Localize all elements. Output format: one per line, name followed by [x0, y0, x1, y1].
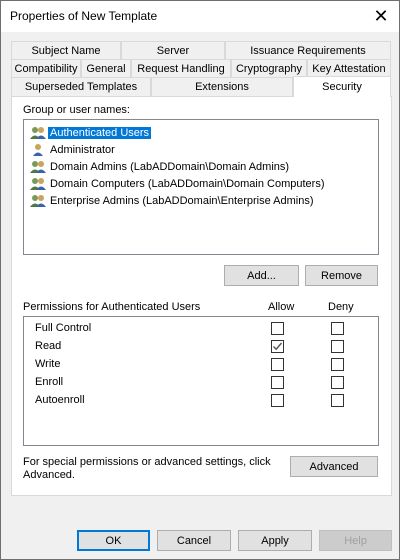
tab-extensions[interactable]: Extensions — [151, 77, 293, 96]
allow-enroll-checkbox[interactable] — [271, 376, 284, 389]
close-button[interactable]: ✕ — [363, 1, 399, 32]
permissions-list: Full Control Read Write Enroll Autoenrol… — [23, 316, 379, 446]
check-icon — [273, 342, 283, 351]
allow-full-control-checkbox[interactable] — [271, 322, 284, 335]
add-button[interactable]: Add... — [224, 265, 299, 286]
users-listbox[interactable]: Authenticated Users Administrator Domain… — [23, 119, 379, 255]
allow-read-checkbox[interactable] — [271, 340, 284, 353]
tab-subject-name[interactable]: Subject Name — [11, 41, 121, 60]
list-item[interactable]: Authenticated Users — [30, 125, 152, 140]
deny-full-control-checkbox[interactable] — [331, 322, 344, 335]
permission-row-autoenroll: Autoenroll — [24, 392, 378, 410]
list-item[interactable]: Domain Admins (LabADDomain\Domain Admins… — [30, 159, 291, 174]
ok-button[interactable]: OK — [77, 530, 150, 551]
deny-write-checkbox[interactable] — [331, 358, 344, 371]
permission-name: Write — [35, 358, 61, 370]
permission-name: Enroll — [35, 376, 64, 388]
permission-row-enroll: Enroll — [24, 374, 378, 392]
special-permissions-note: For special permissions or advanced sett… — [23, 456, 271, 481]
allow-header: Allow — [268, 301, 295, 313]
permission-name: Autoenroll — [35, 394, 85, 406]
list-item[interactable]: Administrator — [30, 142, 117, 157]
remove-button[interactable]: Remove — [305, 265, 378, 286]
tab-compatibility[interactable]: Compatibility — [11, 59, 81, 78]
help-button: Help — [319, 530, 392, 551]
permission-name: Full Control — [35, 322, 92, 334]
list-item[interactable]: Enterprise Admins (LabADDomain\Enterpris… — [30, 193, 316, 208]
group-icon — [30, 194, 46, 208]
deny-header: Deny — [328, 301, 354, 313]
allow-write-checkbox[interactable] — [271, 358, 284, 371]
close-icon: ✕ — [373, 6, 389, 26]
group-users-label: Group or user names: — [23, 104, 130, 116]
user-icon — [30, 143, 46, 157]
deny-enroll-checkbox[interactable] — [331, 376, 344, 389]
tab-superseded-templates[interactable]: Superseded Templates — [11, 77, 151, 96]
permission-row-read: Read — [24, 338, 378, 356]
group-icon — [30, 160, 46, 174]
group-icon — [30, 126, 46, 140]
tab-request-handling[interactable]: Request Handling — [131, 59, 231, 78]
permissions-label: Permissions for Authenticated Users — [23, 301, 201, 313]
properties-dialog: Properties of New Template ✕ Subject Nam… — [0, 0, 400, 560]
window-title: Properties of New Template — [10, 9, 158, 23]
permission-row-full-control: Full Control — [24, 320, 378, 338]
tab-general[interactable]: General — [81, 59, 131, 78]
advanced-button[interactable]: Advanced — [290, 456, 378, 477]
title-bar: Properties of New Template ✕ — [1, 1, 399, 32]
security-panel: Group or user names: Authenticated Users… — [11, 96, 392, 496]
deny-read-checkbox[interactable] — [331, 340, 344, 353]
list-item[interactable]: Domain Computers (LabADDomain\Domain Com… — [30, 176, 327, 191]
tab-issuance-requirements[interactable]: Issuance Requirements — [225, 41, 391, 60]
permission-row-write: Write — [24, 356, 378, 374]
group-icon — [30, 177, 46, 191]
deny-autoenroll-checkbox[interactable] — [331, 394, 344, 407]
cancel-button[interactable]: Cancel — [157, 530, 231, 551]
allow-autoenroll-checkbox[interactable] — [271, 394, 284, 407]
apply-button[interactable]: Apply — [238, 530, 312, 551]
tab-security[interactable]: Security — [293, 76, 391, 97]
permission-name: Read — [35, 340, 62, 352]
tab-server[interactable]: Server — [121, 41, 225, 60]
